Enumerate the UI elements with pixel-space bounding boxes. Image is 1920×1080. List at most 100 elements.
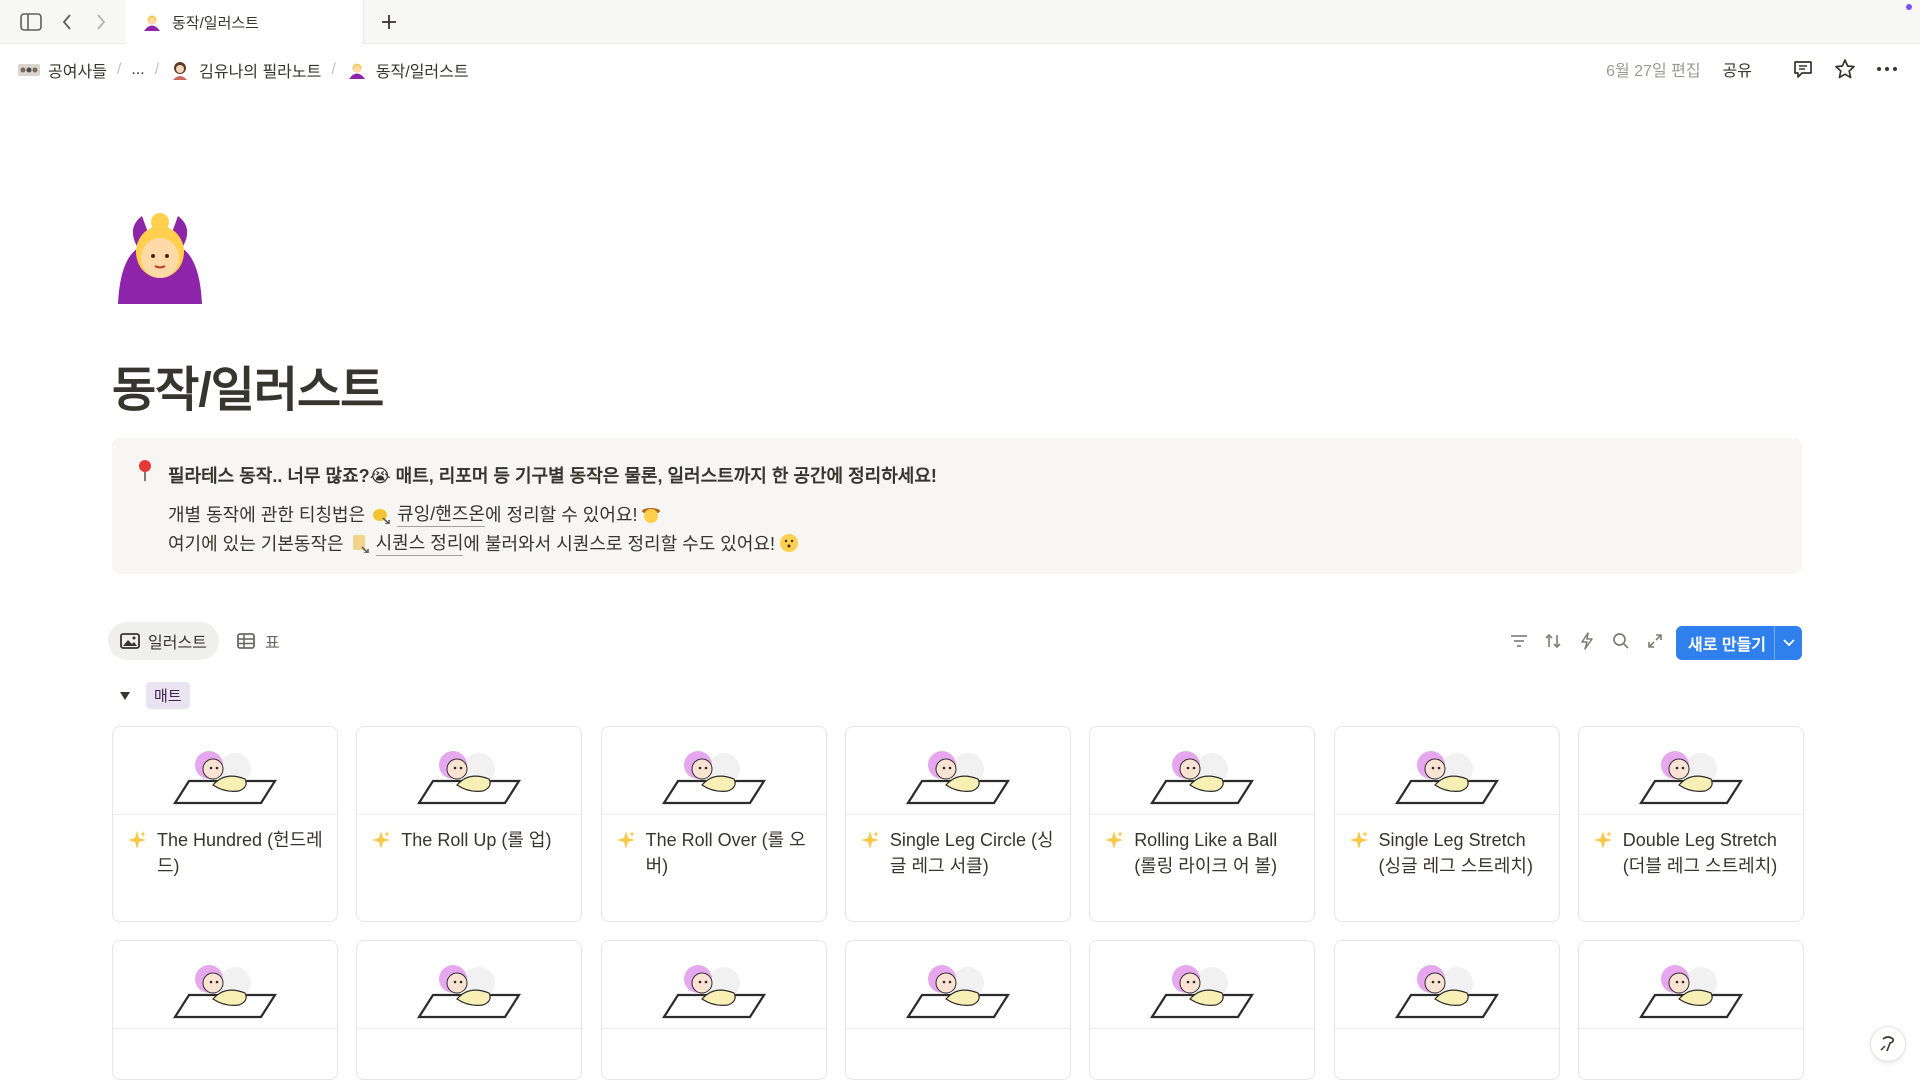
star-icon[interactable]	[1832, 56, 1858, 82]
breadcrumb-label: 공여사들	[48, 64, 107, 81]
sparkles-icon	[1104, 827, 1134, 879]
tab-table-view[interactable]: 표	[225, 622, 292, 660]
image-icon	[120, 632, 140, 650]
avatar-icon	[169, 59, 191, 81]
card-illustration	[1334, 941, 1559, 1029]
sidebar-toggle-icon[interactable]	[18, 10, 44, 34]
page-emoji-icon[interactable]	[112, 208, 208, 304]
sparkles-icon	[371, 827, 401, 857]
breadcrumb-label: 김유나의 필라노트	[199, 64, 322, 81]
new-button-label: 새로 만들기	[1687, 637, 1767, 654]
person-gesturing-icon	[346, 59, 368, 81]
sparkles-icon	[127, 827, 157, 879]
breadcrumb-separator: /	[331, 61, 336, 78]
new-tab-icon[interactable]	[376, 10, 402, 34]
card-title: The Roll Up (롤 업)	[401, 830, 552, 850]
chevron-down-icon[interactable]	[1774, 626, 1802, 660]
callout-headline: 필라테스 동작.. 너무 많죠?😭 매트, 리포머 등 기구별 동작은 물론, …	[168, 466, 937, 486]
card-title-row: Single Leg Stretch (싱글 레그 스트레치)	[1335, 815, 1559, 879]
tab-gallery-view[interactable]: 일러스트	[108, 622, 219, 660]
more-icon[interactable]	[1874, 56, 1900, 82]
breadcrumb-separator: /	[154, 61, 160, 78]
card-title: The Hundred (헌드레드)	[157, 830, 323, 876]
breadcrumb-item-pilanote[interactable]: 김유나의 필라노트	[169, 58, 321, 82]
expand-icon[interactable]	[1644, 630, 1666, 652]
gallery-card[interactable]	[600, 940, 827, 1080]
help-icon[interactable]	[1870, 1026, 1906, 1062]
page-mention-cueing[interactable]: 큐잉/핸즈온	[365, 500, 485, 527]
card-title-row: Single Leg Circle (싱글 레그 서클)	[846, 815, 1070, 879]
scroll-icon	[350, 533, 370, 553]
gallery-card[interactable]: The Roll Up (롤 업)	[356, 726, 583, 922]
gallery-card[interactable]	[1577, 940, 1804, 1080]
breadcrumb-label: ...	[131, 61, 145, 78]
cowboy-face-icon	[641, 504, 661, 524]
callout-text: 여기에 있는 기본동작은	[168, 533, 344, 554]
gallery-card[interactable]: The Roll Over (롤 오버)	[600, 726, 827, 922]
top-bar: 공여사들 / ... / 김유나의 필라노트 / 동작/일러스트 6월 27일 …	[0, 44, 1920, 96]
gallery-card[interactable]: Double Leg Stretch (더블 레그 스트레치)	[1577, 726, 1804, 922]
pushpin-icon	[134, 458, 156, 482]
callout-text: 에 불러와서 시퀀스로 정리할 수도 있어요!	[463, 533, 775, 554]
card-illustration	[601, 941, 826, 1029]
card-title: Single Leg Stretch (싱글 레그 스트레치)	[1378, 830, 1533, 876]
collapse-triangle-icon[interactable]	[118, 689, 132, 703]
card-title-row: The Roll Up (롤 업)	[357, 815, 581, 857]
card-title: Double Leg Stretch (더블 레그 스트레치)	[1622, 830, 1778, 876]
gallery-card[interactable]: Single Leg Circle (싱글 레그 서클)	[844, 726, 1071, 922]
automation-bolt-icon[interactable]	[1576, 630, 1598, 652]
gallery-card[interactable]: Rolling Like a Ball (롤링 라이크 어 볼)	[1089, 726, 1316, 922]
breadcrumb: 공여사들 / ... / 김유나의 필라노트 / 동작/일러스트	[18, 58, 469, 82]
comment-icon[interactable]	[1790, 56, 1816, 82]
card-illustration	[1334, 727, 1559, 815]
group-header: 매트	[118, 682, 190, 709]
page-mention-sequence[interactable]: 시퀀스 정리	[344, 529, 464, 556]
database-toolbar	[1496, 630, 1700, 652]
gallery-card[interactable]	[844, 940, 1071, 1080]
card-illustration	[113, 941, 337, 1029]
gallery-card[interactable]	[1333, 940, 1560, 1080]
gallery-card[interactable]	[112, 940, 338, 1080]
forward-icon[interactable]	[88, 10, 114, 34]
gallery-card[interactable]	[1089, 940, 1316, 1080]
sort-icon[interactable]	[1542, 630, 1564, 652]
breadcrumb-item-ellipsis[interactable]: ...	[131, 61, 144, 79]
card-illustration	[113, 727, 337, 815]
card-title-row: The Hundred (헌드레드)	[113, 815, 337, 879]
breadcrumb-item-current[interactable]: 동작/일러스트	[346, 58, 469, 82]
card-title-row: Double Leg Stretch (더블 레그 스트레치)	[1579, 815, 1803, 879]
new-record-button[interactable]: 새로 만들기	[1676, 626, 1802, 660]
notification-dot	[1906, 4, 1912, 10]
card-illustration	[601, 727, 826, 815]
gallery-card[interactable]: Single Leg Stretch (싱글 레그 스트레치)	[1333, 726, 1560, 922]
page-title[interactable]: 동작/일러스트	[112, 350, 384, 420]
view-tabs: 일러스트 표	[108, 622, 298, 660]
sparkles-icon	[1349, 827, 1379, 879]
callout-line-sequence: 여기에 있는 기본동작은 시퀀스 정리 에 불러와서 시퀀스로 정리할 수도 있…	[168, 529, 799, 556]
table-icon	[236, 632, 257, 650]
mention-label: 큐잉/핸즈온	[397, 500, 485, 527]
card-title-row: The Roll Over (롤 오버)	[602, 815, 826, 879]
card-title: Rolling Like a Ball (롤링 라이크 어 볼)	[1134, 830, 1278, 876]
back-icon[interactable]	[54, 10, 80, 34]
search-icon[interactable]	[1610, 630, 1632, 652]
card-illustration	[357, 727, 582, 815]
sparkles-icon	[616, 827, 646, 879]
card-title: The Roll Over (롤 오버)	[645, 830, 806, 876]
tab-current-page[interactable]: 동작/일러스트	[126, 0, 364, 44]
person-gesturing-icon	[142, 12, 162, 32]
callout-block[interactable]: 필라테스 동작.. 너무 많죠?😭 매트, 리포머 등 기구별 동작은 물론, …	[112, 438, 1802, 574]
tab-bar: 동작/일러스트	[0, 0, 1920, 44]
gallery-card[interactable]	[356, 940, 583, 1080]
card-illustration	[1578, 727, 1803, 815]
breadcrumb-item-workspace[interactable]: 공여사들	[18, 58, 107, 82]
filter-icon[interactable]	[1508, 630, 1530, 652]
gallery-card[interactable]: The Hundred (헌드레드)	[112, 726, 338, 922]
callout-text: 개별 동작에 관한 티칭법은	[168, 504, 366, 525]
card-illustration	[357, 941, 582, 1029]
share-button[interactable]: 공유	[1723, 57, 1752, 81]
last-edited: 6월 27일 편집	[1606, 63, 1701, 80]
card-illustration	[1090, 941, 1315, 1029]
breadcrumb-label: 동작/일러스트	[375, 64, 469, 81]
group-tag: 매트	[146, 682, 190, 709]
